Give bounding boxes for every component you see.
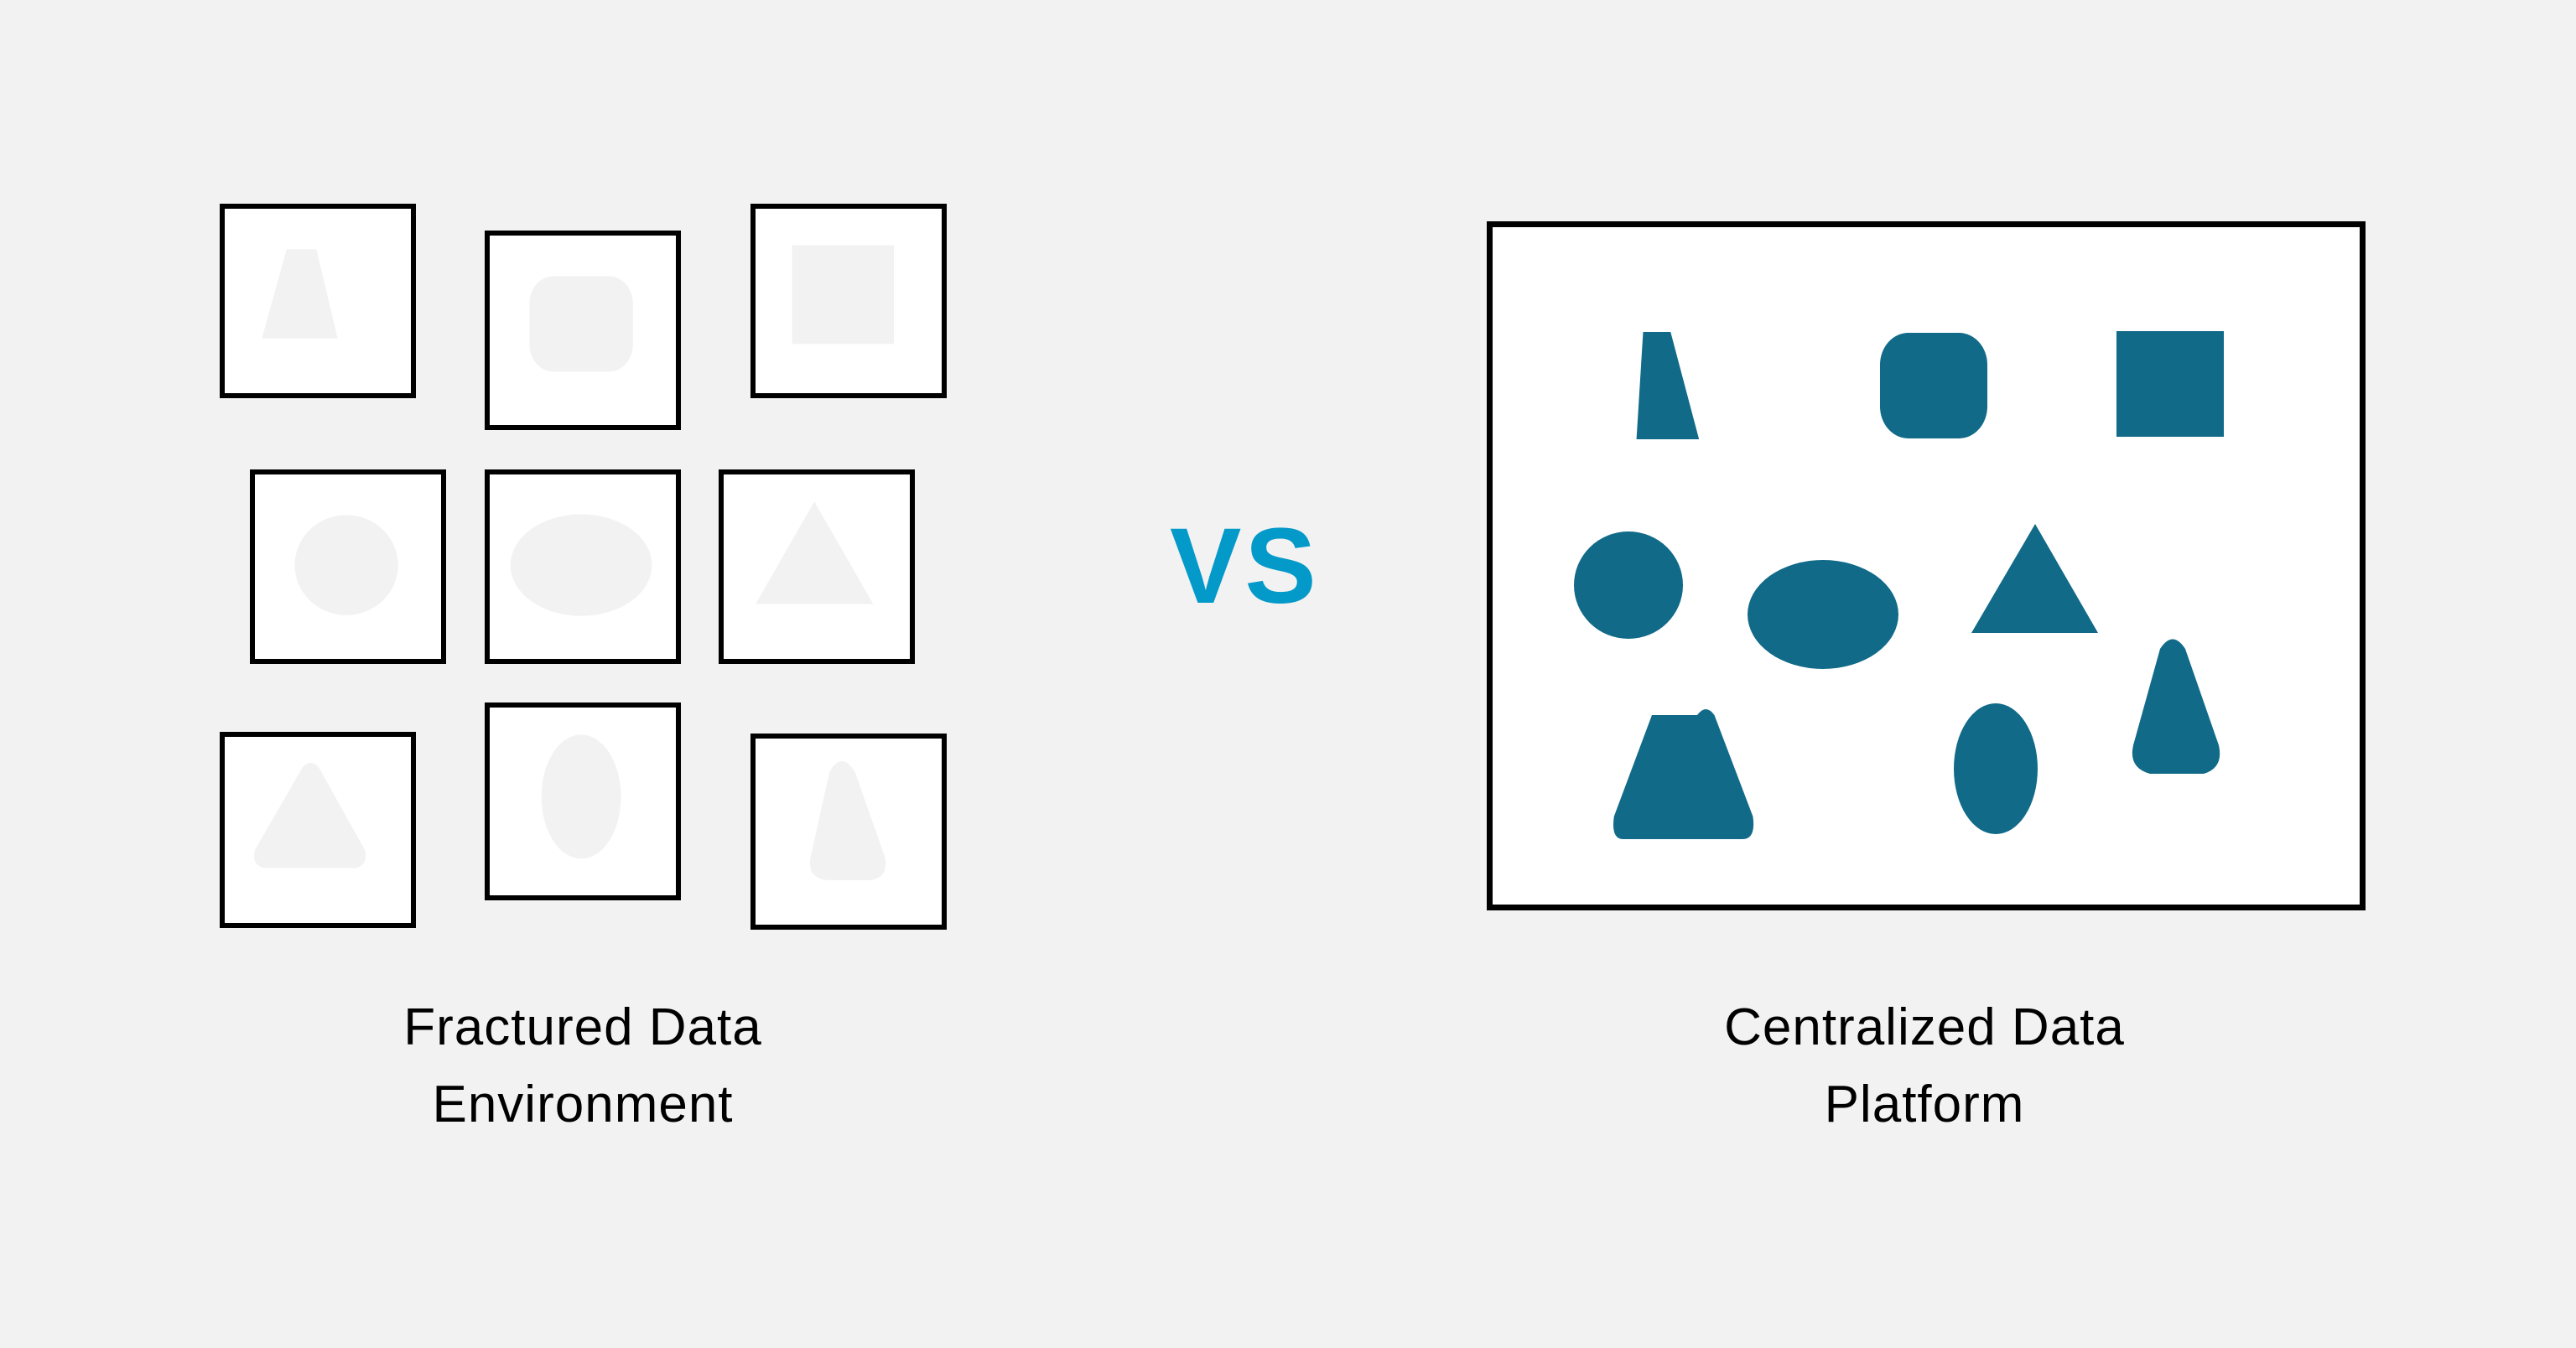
platform-trapezoid: [1636, 332, 1700, 439]
silo-box-ellipse-vertical: [485, 703, 681, 900]
platform-circle: [1574, 531, 1683, 639]
silo-box-triangle: [719, 469, 915, 664]
right-caption-line2: Platform: [1824, 1076, 2025, 1133]
trapezoid-shape: [262, 249, 338, 339]
vs-label: VS: [1170, 506, 1320, 626]
silo-box-trapezoid: [220, 204, 416, 398]
triangle-shape: [755, 501, 874, 604]
right-caption-line1: Centralized Data: [1724, 998, 2125, 1056]
silo-box-rounded-trapezoid: [750, 734, 947, 930]
left-caption-line2: Environment: [432, 1076, 734, 1133]
ellipse-horizontal-shape: [510, 514, 652, 616]
platform-shapes: [1574, 331, 2224, 839]
silo-box-ellipse: [485, 469, 681, 664]
platform-ellipse-horizontal: [1748, 560, 1898, 669]
square-shape: [792, 245, 895, 345]
platform-square: [2116, 331, 2224, 437]
platform-triangle: [1971, 524, 2098, 633]
rounded-square-shape: [529, 276, 633, 372]
silo-box-rounded-square: [485, 231, 681, 430]
right-caption: Centralized Data Platform: [1669, 989, 2180, 1143]
centralized-platform-box: [1487, 221, 2366, 910]
ellipse-vertical-shape: [541, 734, 621, 859]
rounded-triangle-shape: [253, 762, 366, 868]
silo-box-rounded-triangle: [220, 732, 416, 928]
silo-box-square: [750, 204, 947, 398]
rounded-trapezoid-shape: [809, 761, 886, 880]
platform-ellipse-vertical: [1954, 703, 2038, 834]
left-caption-line1: Fractured Data: [403, 998, 762, 1056]
platform-rounded-trapezoid: [2132, 639, 2220, 774]
platform-rounded-square: [1880, 333, 1987, 438]
silo-box-circle: [250, 469, 446, 664]
circle-shape: [294, 515, 398, 615]
left-caption: Fractured Data Environment: [327, 989, 839, 1143]
platform-rounded-triangle: [1613, 709, 1754, 839]
